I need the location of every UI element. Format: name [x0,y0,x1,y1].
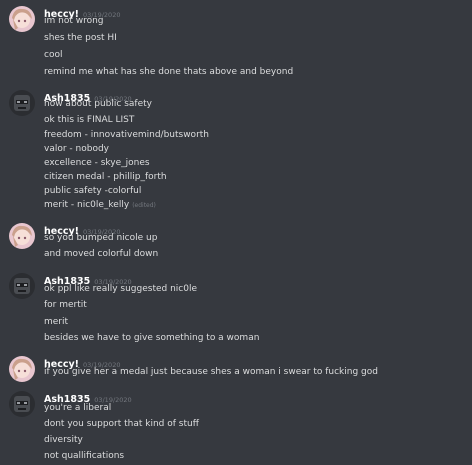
masked-figure-avatar-icon[interactable] [9,391,35,417]
message-text: ok this is FINAL LIST [44,115,135,125]
message-text: ok ppl like really suggested nic0le [44,284,197,294]
message-text: remind me what has she done thats above … [44,67,294,77]
edited-message: merit - nic0le_kelly (edited) [44,199,156,212]
message-header: heccy! 03/19/2020 [44,352,120,370]
anime-girl-avatar-icon[interactable] [9,6,35,32]
message-text: diversity [44,435,83,445]
edited-label: (edited) [132,202,156,209]
message-text: besides we have to give something to a w… [44,333,260,343]
message-text: not quallifications [44,451,125,461]
anime-girl-avatar-icon[interactable] [9,356,35,382]
message-text: valor - nobody [44,144,109,154]
message-text: shes the post HI [44,33,117,43]
message-text: dont you support that kind of stuff [44,419,199,429]
message-text: if you give her a medal just because she… [44,367,378,377]
message-text: you're a liberal [44,403,112,413]
message-text: merit [44,317,69,327]
message-text: public safety -colorful [44,186,142,196]
message-text: excellence - skye_jones [44,158,150,168]
message-header: heccy! 03/19/2020 [44,219,120,237]
chat-message-list: heccy! 03/19/2020 im not wrong shes the p… [0,0,472,465]
message-text: so you bumped nicole up [44,233,158,243]
message-text: cool [44,50,63,60]
masked-figure-avatar-icon[interactable] [9,90,35,116]
message-text: freedom - innovativemind/butsworth [44,130,210,140]
message-text: merit - nic0le_kelly [44,200,130,210]
message-header: Ash1835 03/19/2020 [44,269,132,287]
message-text: for mertit [44,300,87,310]
message-text: citizen medal - phillip_forth [44,172,167,182]
message-text: and moved colorful down [44,249,159,259]
message-text: im not wrong [44,16,104,26]
message-header: Ash1835 03/19/2020 [44,387,132,405]
masked-figure-avatar-icon[interactable] [9,273,35,299]
message-text: how about public safety [44,99,152,109]
anime-girl-avatar-icon[interactable] [9,223,35,249]
message-header: heccy! 03/19/2020 [44,2,120,20]
